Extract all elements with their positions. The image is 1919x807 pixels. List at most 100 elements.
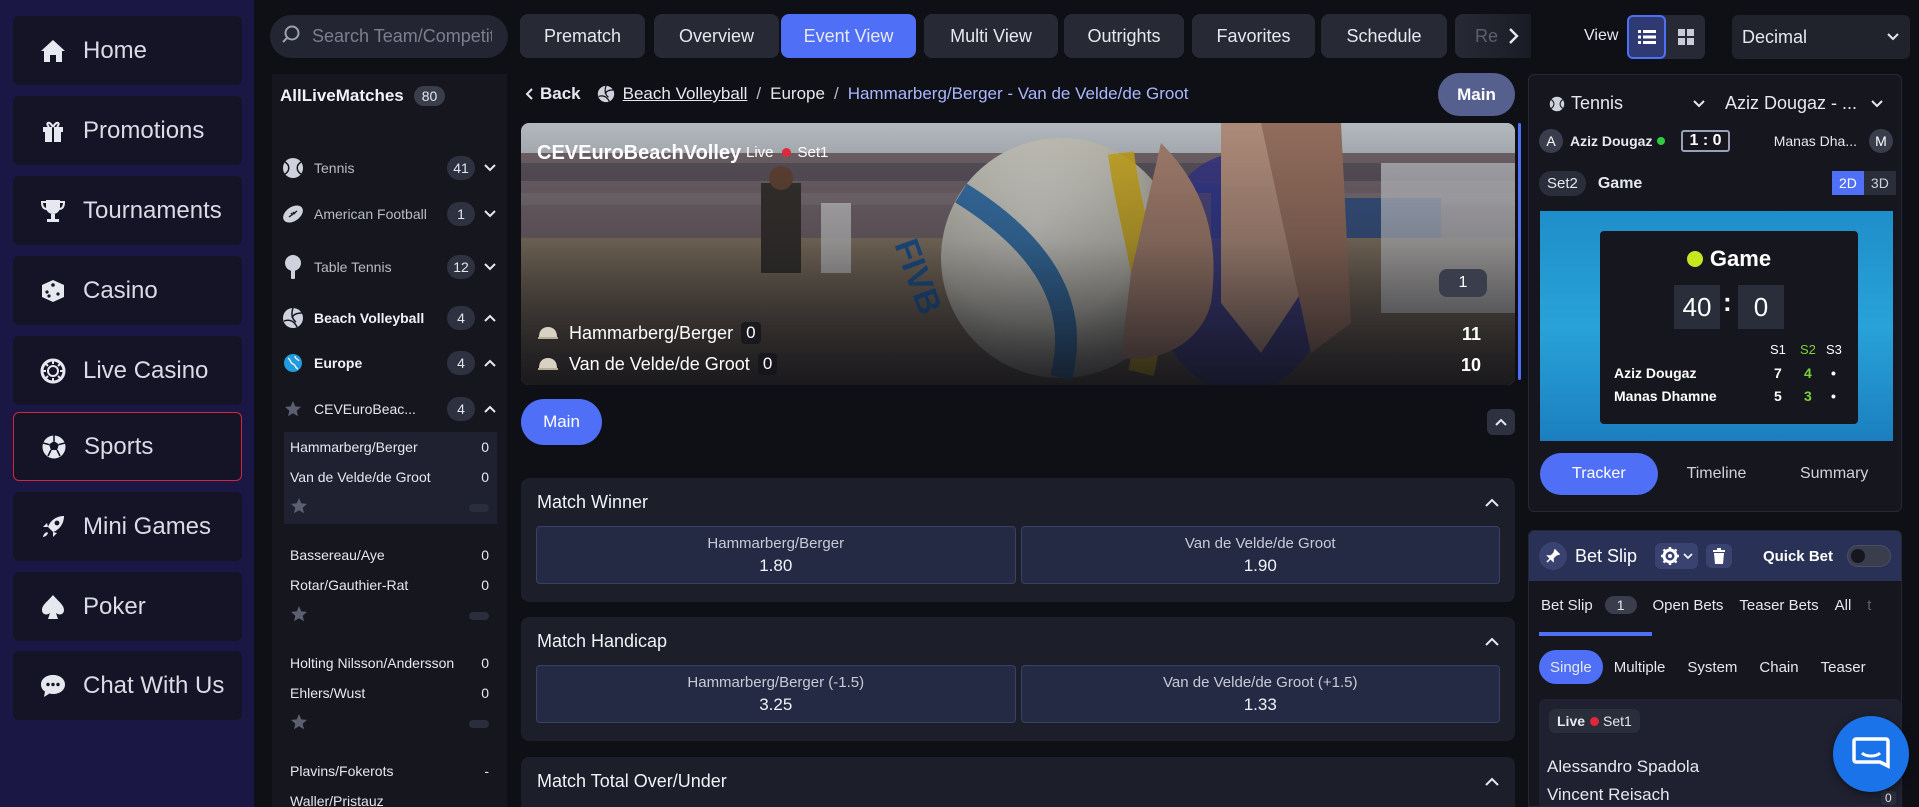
tab-outrights[interactable]: Outrights xyxy=(1064,14,1184,58)
star-icon[interactable] xyxy=(280,396,306,422)
mode-2d-button[interactable]: 2D xyxy=(1832,171,1864,195)
team-score: 0 xyxy=(481,439,489,455)
search-box[interactable] xyxy=(270,15,508,58)
player-1-points: 40 xyxy=(1674,285,1720,329)
breadcrumb-sport-link[interactable]: Beach Volleyball xyxy=(623,84,748,104)
market-header[interactable]: Match Winner xyxy=(521,478,1515,526)
market-group-main[interactable]: Main xyxy=(521,399,602,445)
nav-label: Promotions xyxy=(83,116,205,144)
quick-bet-toggle[interactable] xyxy=(1847,545,1891,567)
team-row: Plavins/Fokerots - xyxy=(284,756,497,786)
odds-button[interactable]: Hammarberg/Berger 1.80 xyxy=(536,526,1016,584)
star-icon[interactable] xyxy=(290,605,308,628)
pin-icon[interactable] xyxy=(1539,542,1567,570)
player-2-avatar: M xyxy=(1869,129,1893,153)
match-fav-row xyxy=(284,600,497,632)
grid-view-button[interactable] xyxy=(1666,15,1705,59)
nav-home[interactable]: Home xyxy=(13,16,242,85)
nav-promotions[interactable]: Promotions xyxy=(13,96,242,165)
team-score: - xyxy=(484,763,489,779)
market-header[interactable]: Match Handicap xyxy=(521,617,1515,665)
serve-indicator xyxy=(1657,137,1666,145)
breadcrumb-region[interactable]: Europe xyxy=(770,84,825,104)
market-match-winner: Match Winner Hammarberg/Berger 1.80 Van d… xyxy=(521,478,1515,602)
app-root: Home Promotions Tournaments Casino Live … xyxy=(0,0,1919,807)
sport-item-tennis[interactable]: Tennis 41 xyxy=(280,155,497,181)
tab-all[interactable]: All xyxy=(1835,597,1852,614)
tab-teaser-bets[interactable]: Teaser Bets xyxy=(1739,597,1818,614)
bet-type-single[interactable]: Single xyxy=(1539,650,1603,684)
tab-prematch[interactable]: Prematch xyxy=(520,14,645,58)
settings-button[interactable] xyxy=(1655,543,1699,569)
search-input[interactable] xyxy=(312,26,492,47)
tracker-sport-select[interactable]: Tennis xyxy=(1549,93,1705,114)
volleyball-icon xyxy=(280,305,306,331)
gear-icon xyxy=(1661,547,1680,565)
sport-item-beach-volleyball[interactable]: Beach Volleyball 4 xyxy=(280,305,497,331)
tab-overview[interactable]: Overview xyxy=(654,14,779,58)
odds-button[interactable]: Van de Velde/de Groot 1.90 xyxy=(1020,526,1500,584)
bet-set-label: Set1 xyxy=(1603,713,1632,729)
match-item-selected[interactable]: Hammarberg/Berger 0 Van de Velde/de Groot… xyxy=(284,432,497,524)
quick-bet-label: Quick Bet xyxy=(1762,547,1833,565)
tracker-tabs: Tracker Timeline Summary xyxy=(1540,453,1893,495)
tab-timeline[interactable]: Timeline xyxy=(1658,453,1776,495)
live-chat-button[interactable] xyxy=(1833,716,1909,792)
breadcrumb-separator: / xyxy=(833,84,839,103)
star-icon[interactable] xyxy=(290,713,308,736)
bet-type-chain[interactable]: Chain xyxy=(1748,650,1809,684)
tab-open-bets[interactable]: Open Bets xyxy=(1653,597,1724,614)
trash-button[interactable] xyxy=(1706,544,1733,568)
bet-type-multiple[interactable]: Multiple xyxy=(1603,650,1677,684)
chevron-right-icon xyxy=(1509,28,1519,44)
scoreboard-scrollbar[interactable] xyxy=(1518,123,1521,380)
tab-bet-slip[interactable]: Bet Slip 1 xyxy=(1541,596,1637,614)
region-item-europe[interactable]: Europe 4 xyxy=(280,350,497,376)
sport-item-american-football[interactable]: American Football 1 xyxy=(280,201,497,227)
odds-button[interactable]: Van de Velde/de Groot (+1.5) 1.33 xyxy=(1020,665,1500,723)
match-item[interactable]: Bassereau/Aye 0 Rotar/Gauthier-Rat 0 xyxy=(284,540,497,632)
team-2-points: 10 xyxy=(1460,355,1481,375)
star-icon[interactable] xyxy=(290,497,308,520)
team-cap-icon xyxy=(537,325,559,341)
team-name: Van de Velde/de Groot xyxy=(569,353,750,374)
tab-partial[interactable]: t xyxy=(1867,597,1871,614)
bet-type-system[interactable]: System xyxy=(1676,650,1748,684)
back-button[interactable]: Back xyxy=(524,84,581,104)
tab-tracker[interactable]: Tracker xyxy=(1540,453,1658,495)
bet-type-teaser[interactable]: Teaser xyxy=(1810,650,1877,684)
p2-set2: 3 xyxy=(1804,388,1812,404)
tab-summary[interactable]: Summary xyxy=(1775,453,1893,495)
tab-schedule[interactable]: Schedule xyxy=(1321,14,1447,58)
match-item[interactable]: Plavins/Fokerots - Waller/Pristauz xyxy=(284,756,497,807)
match-item[interactable]: Holting Nilsson/Andersson 0 Ehlers/Wust 0 xyxy=(284,648,497,740)
spade-icon xyxy=(39,593,67,621)
match-list-header: AllLiveMatches 80 xyxy=(280,86,446,106)
tabs-next-button[interactable] xyxy=(1495,14,1531,58)
tracker-match-select[interactable]: Aziz Dougaz - ... xyxy=(1725,93,1883,114)
team-row: Hammarberg/Berger 0 xyxy=(284,432,497,462)
sport-item-table-tennis[interactable]: Table Tennis 12 xyxy=(280,254,497,280)
market-header[interactable]: Match Total Over/Under xyxy=(521,757,1515,805)
nav-chat[interactable]: Chat With Us xyxy=(13,651,242,720)
list-icon xyxy=(1637,30,1656,44)
nav-poker[interactable]: Poker xyxy=(13,572,242,641)
tab-multi-view[interactable]: Multi View xyxy=(924,14,1058,58)
player-2-name: Manas Dha... xyxy=(1773,133,1857,149)
nav-tournaments[interactable]: Tournaments xyxy=(13,176,242,245)
game-title-text: Game xyxy=(1709,246,1772,271)
main-view-button[interactable]: Main xyxy=(1438,73,1515,116)
nav-sports[interactable]: Sports xyxy=(13,412,242,481)
competition-item[interactable]: CEVEuroBeac... 4 xyxy=(280,396,497,422)
odds-format-select[interactable]: Decimal xyxy=(1732,15,1910,59)
collapse-all-button[interactable] xyxy=(1487,409,1515,435)
tab-event-view[interactable]: Event View xyxy=(781,14,916,58)
list-view-button[interactable] xyxy=(1627,15,1666,59)
nav-casino[interactable]: Casino xyxy=(13,256,242,325)
tab-favorites[interactable]: Favorites xyxy=(1192,14,1315,58)
nav-live-casino[interactable]: Live Casino xyxy=(13,336,242,405)
bet-count: 0 xyxy=(1881,791,1896,805)
nav-mini-games[interactable]: Mini Games xyxy=(13,492,242,561)
odds-button[interactable]: Hammarberg/Berger (-1.5) 3.25 xyxy=(536,665,1016,723)
mode-3d-button[interactable]: 3D xyxy=(1863,171,1896,195)
